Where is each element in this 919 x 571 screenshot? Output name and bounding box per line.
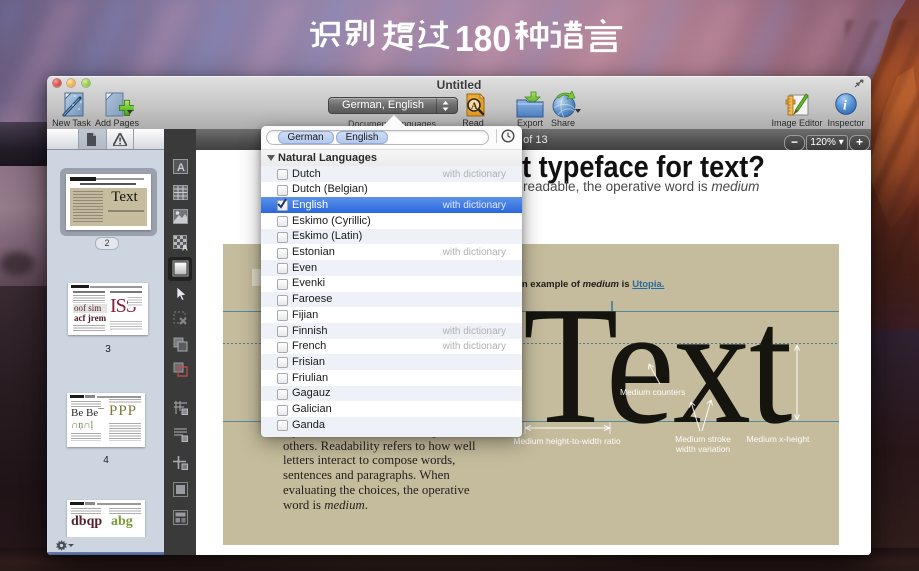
svg-text:A: A [471,101,478,111]
svg-text:Medium x-height: Medium x-height [747,434,810,444]
svg-text:Medium counters: Medium counters [620,387,685,397]
svg-text:Medium height-to-width ratio: Medium height-to-width ratio [513,436,621,446]
svg-text:i: i [843,99,847,114]
svg-text:width variation: width variation [675,444,731,454]
svg-text:180: 180 [455,18,511,59]
svg-text:A: A [177,162,185,174]
svg-text:A: A [182,244,188,252]
svg-text:Medium stroke: Medium stroke [675,434,731,444]
